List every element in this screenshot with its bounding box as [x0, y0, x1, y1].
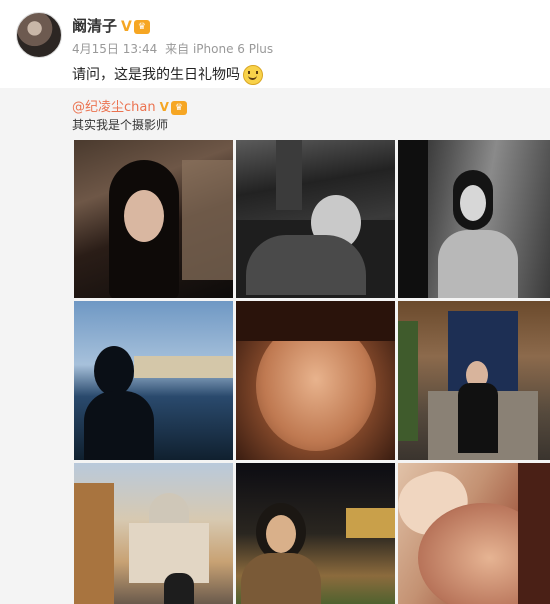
vip-icon: ♛ [133, 19, 150, 34]
photo-2[interactable] [236, 140, 395, 298]
post-header: 阚清子 V ♛ 4月15日 13:44 来自 iPhone 6 Plus 请问，这是… [0, 0, 550, 88]
repost-author-name[interactable]: @纪凌尘chan [72, 100, 156, 115]
avatar[interactable] [16, 12, 62, 58]
smile-emoji-icon [243, 65, 263, 85]
photo-5[interactable] [236, 301, 395, 460]
repost-author[interactable]: @纪凌尘chan V ♛ [72, 96, 187, 115]
photo-8[interactable] [236, 463, 395, 604]
author-name[interactable]: 阚清子 V ♛ [72, 15, 150, 36]
photo-9[interactable] [398, 463, 550, 604]
photo-4[interactable] [74, 301, 233, 460]
photo-6[interactable] [398, 301, 550, 460]
post-date[interactable]: 4月15日 13:44 [72, 42, 157, 56]
vip-icon: ♛ [170, 100, 187, 115]
repost-text: 其实我是个摄影师 [72, 118, 169, 132]
photo-7[interactable] [74, 463, 233, 604]
photo-1[interactable] [74, 140, 233, 298]
verified-icon: V [159, 100, 169, 114]
photo-3[interactable] [398, 140, 550, 298]
repost-container[interactable]: @纪凌尘chan V ♛ 其实我是个摄影师 [0, 88, 550, 604]
post-text: 请问，这是我的生日礼物吗 [72, 64, 263, 85]
post-text-content: 请问，这是我的生日礼物吗 [72, 67, 240, 83]
verified-icon: V [121, 19, 132, 35]
post-source: 来自 iPhone 6 Plus [165, 42, 274, 56]
author-name-text[interactable]: 阚清子 [72, 17, 117, 35]
post-meta: 4月15日 13:44 来自 iPhone 6 Plus [72, 40, 273, 57]
